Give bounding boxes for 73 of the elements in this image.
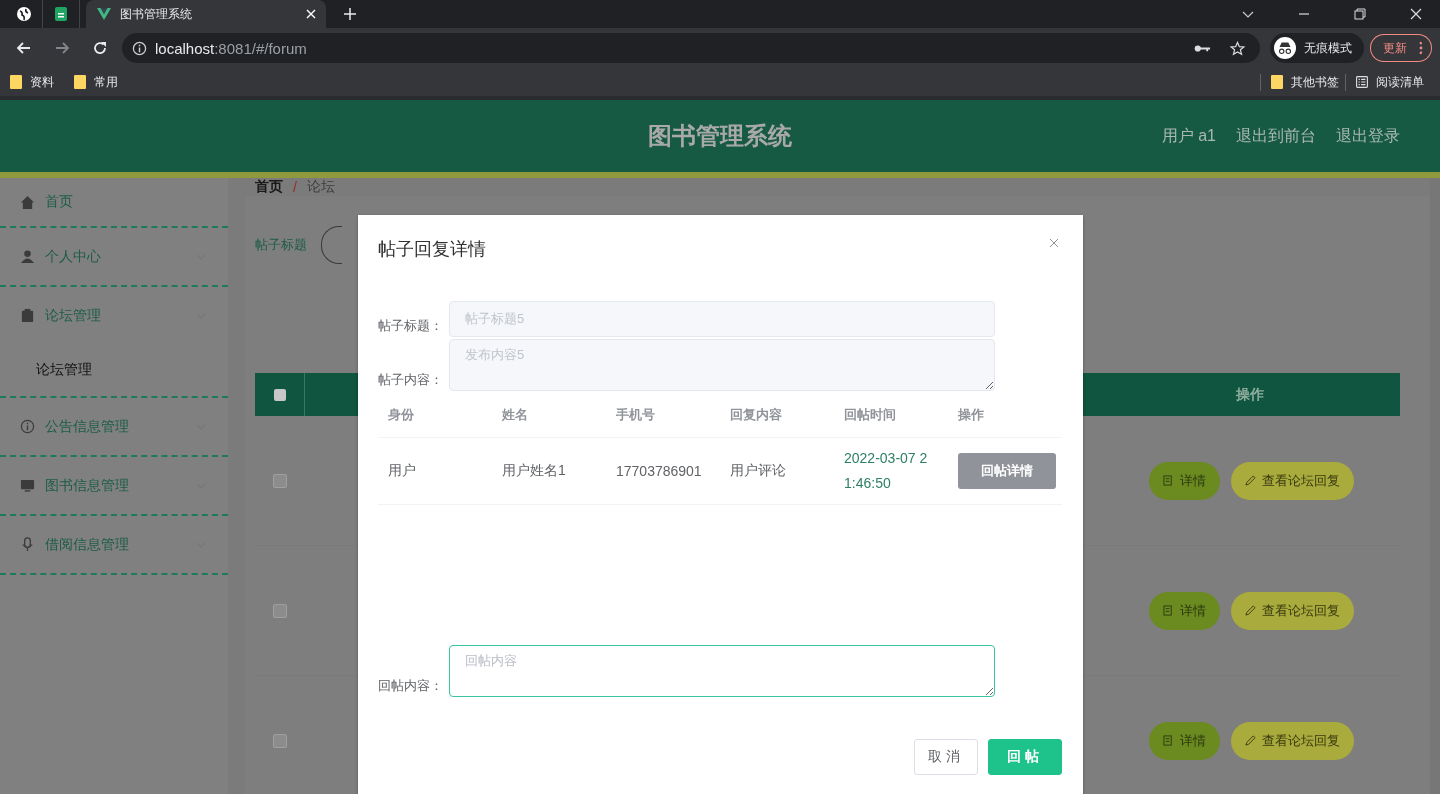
info-icon — [20, 419, 35, 434]
update-button[interactable]: 更新 — [1370, 34, 1415, 62]
column-header: 手机号 — [615, 406, 656, 424]
star-icon[interactable] — [1229, 40, 1246, 56]
breadcrumb-link[interactable]: 论坛 — [306, 178, 335, 196]
pen-icon — [1245, 605, 1256, 616]
incognito-icon — [1274, 37, 1296, 59]
list-icon — [1356, 75, 1368, 89]
column-header: 身份 — [387, 406, 415, 424]
dialog-title: 帖子回复详情 — [378, 238, 486, 261]
sidebar-subitem[interactable]: 论坛管理 — [0, 344, 228, 396]
document-icon — [1163, 735, 1174, 746]
cancel-button[interactable]: 取消 — [914, 739, 978, 775]
home-icon — [20, 194, 35, 210]
column-header: 操作 — [957, 406, 985, 424]
checkbox[interactable] — [272, 473, 287, 488]
search-label: 帖子标题 — [255, 236, 307, 254]
table-cell-text: 用户姓名1 — [501, 462, 567, 480]
document-icon — [1163, 605, 1174, 616]
restore-icon[interactable] — [1354, 8, 1366, 20]
column-header: 回复内容 — [729, 406, 783, 424]
table-cell-text: 用户 — [387, 462, 417, 480]
bookmark[interactable]: 资料 — [10, 73, 54, 91]
details-button[interactable]: 详情 — [1149, 461, 1220, 500]
clipboard-icon — [20, 308, 35, 323]
person-icon — [20, 249, 35, 264]
view-replies-button[interactable]: 查看论坛回复 — [1231, 461, 1354, 500]
view-replies-button[interactable]: 查看论坛回复 — [1231, 721, 1354, 760]
table-cell-text: 用户评论 — [729, 462, 787, 480]
v-logo-icon — [96, 6, 112, 22]
bookmark[interactable]: 常用 — [74, 73, 118, 91]
reply-details-button[interactable]: 回帖详情 — [958, 453, 1056, 489]
app-title: 图书管理系统 — [648, 121, 792, 151]
submit-button[interactable]: 回帖 — [988, 739, 1062, 775]
checkbox[interactable] — [273, 388, 286, 401]
field-label: 回帖内容： — [378, 677, 444, 695]
other-bookmarks[interactable]: 其他书签 — [1260, 73, 1339, 91]
document-icon — [1163, 475, 1174, 486]
field-label: 帖子标题： — [378, 317, 444, 335]
column-header: 姓名 — [501, 406, 529, 424]
microphone-icon — [20, 537, 35, 552]
breadcrumb-link[interactable]: 首页 — [255, 178, 283, 196]
view-replies-button[interactable]: 查看论坛回复 — [1231, 591, 1354, 630]
spreadsheet-icon — [53, 6, 69, 22]
details-button[interactable]: 详情 — [1149, 721, 1220, 760]
scrollbar[interactable] — [1430, 178, 1440, 794]
checkbox[interactable] — [272, 603, 287, 618]
reply-field[interactable]: 回帖内容 — [449, 645, 995, 697]
column-header: 操作 — [1234, 385, 1265, 404]
monitor-icon — [20, 478, 35, 493]
info-icon — [132, 40, 147, 56]
field-label: 帖子内容： — [378, 371, 444, 389]
table-cell-text: 17703786901 — [615, 463, 703, 479]
new-tab-icon[interactable] — [344, 8, 356, 20]
checkbox[interactable] — [272, 733, 287, 748]
table-cell-text: 2022-03-07 21:46:50 — [843, 449, 929, 493]
folder-icon — [1271, 75, 1283, 89]
folder-icon — [10, 75, 22, 89]
column-header: 回帖时间 — [843, 406, 897, 424]
browser-tab[interactable]: 图书管理系统 — [86, 0, 326, 28]
breadcrumb-separator: / — [293, 179, 297, 195]
details-button[interactable]: 详情 — [1149, 591, 1220, 630]
incognito-chip[interactable]: 无痕模式 — [1270, 33, 1364, 63]
address-field[interactable]: localhost:8081/#/forum — [122, 33, 1260, 63]
folder-icon — [74, 75, 86, 89]
globe-icon — [16, 6, 32, 22]
header-link[interactable]: 退出到前台 — [1236, 125, 1316, 147]
search-field[interactable] — [321, 226, 342, 264]
header-link[interactable]: 用户 a1 — [1161, 125, 1216, 147]
pen-icon — [1245, 735, 1256, 746]
reading-list[interactable]: 阅读清单 — [1345, 73, 1424, 91]
header-link[interactable]: 退出登录 — [1336, 125, 1400, 147]
pen-icon — [1245, 475, 1256, 486]
